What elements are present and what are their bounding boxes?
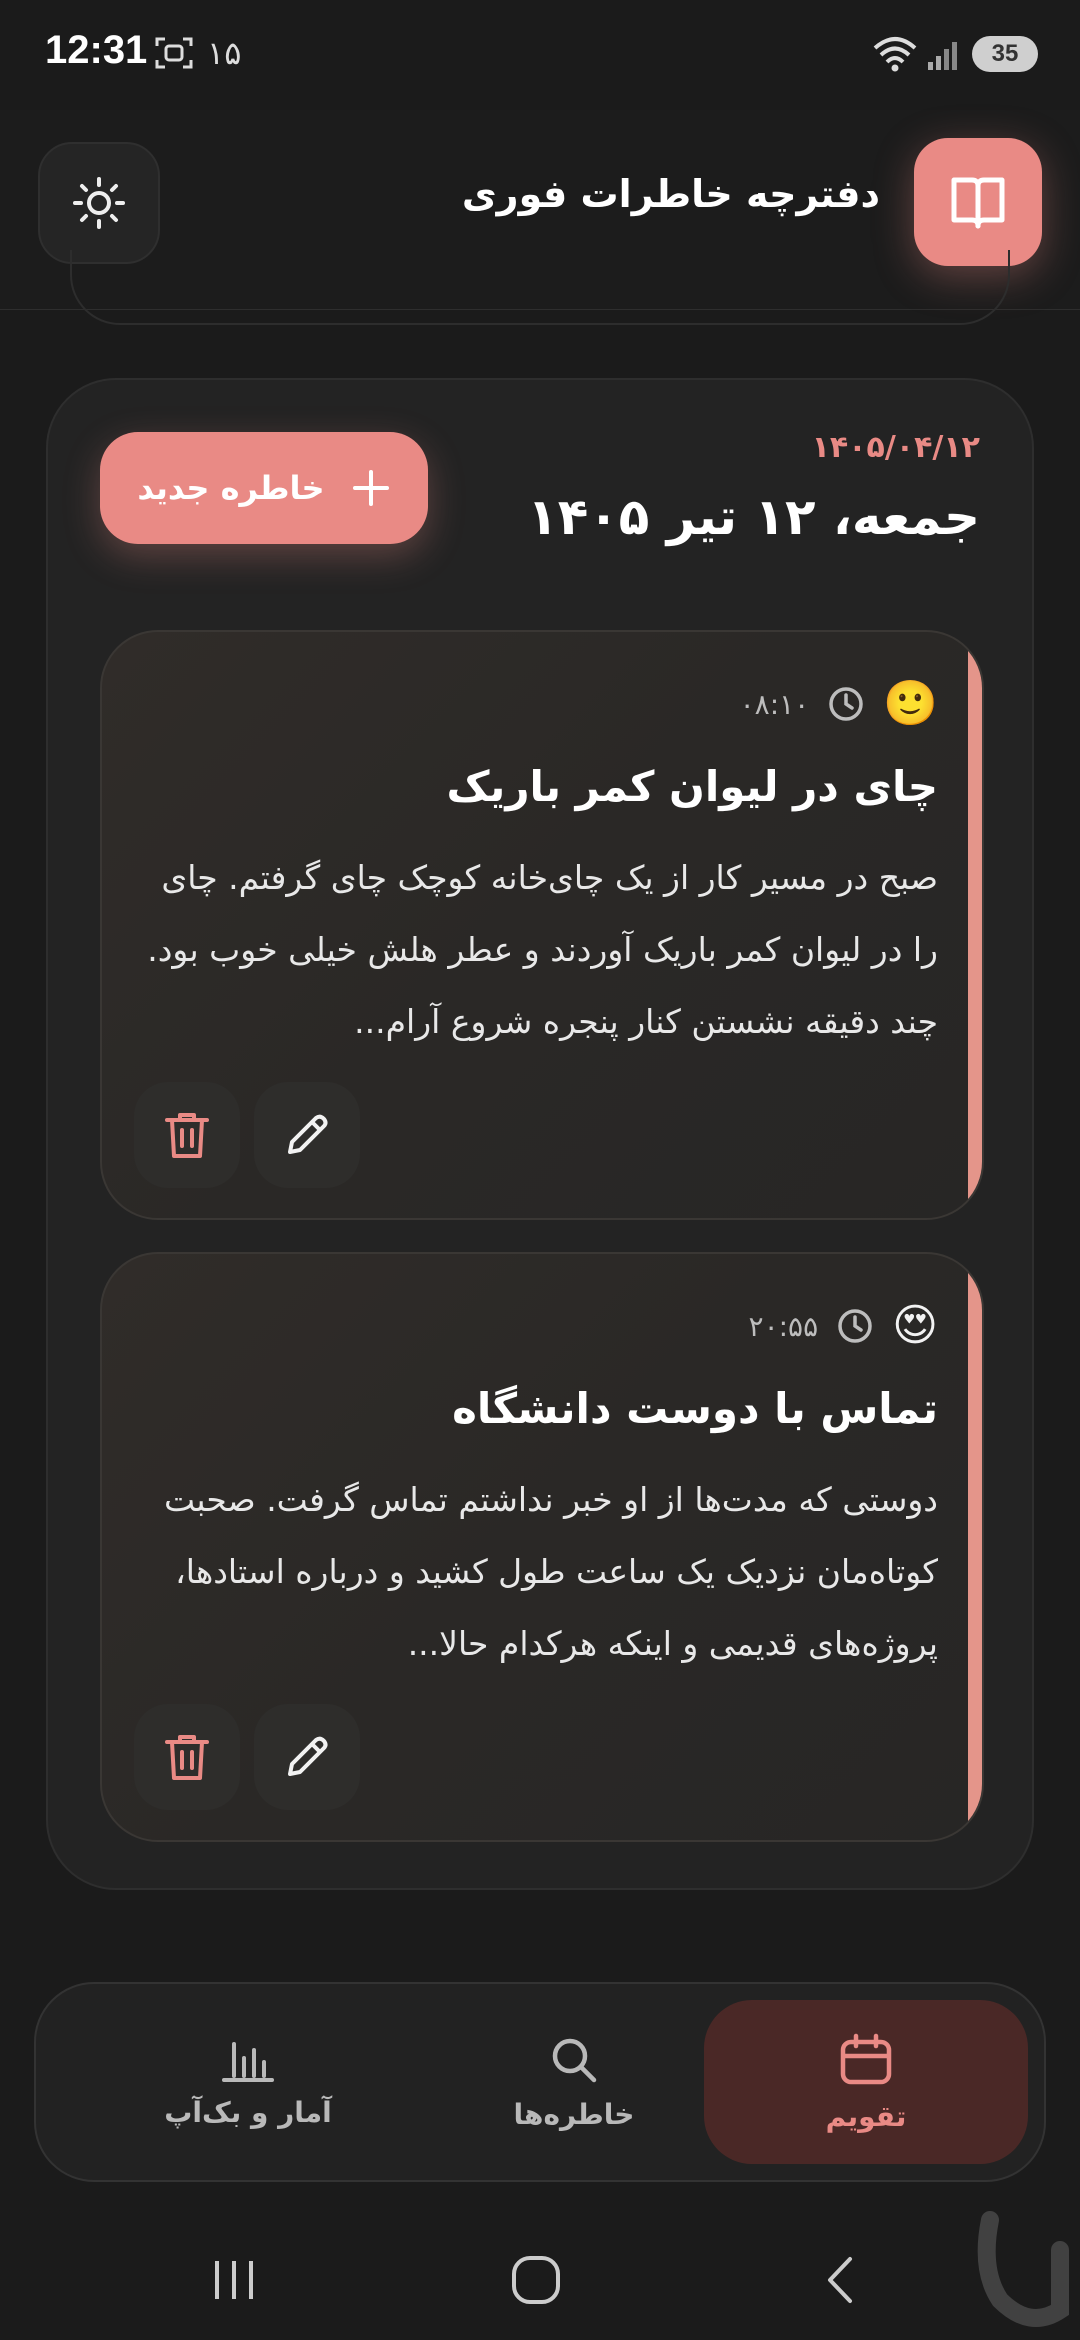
nav-memories[interactable]: خاطره‌ها (412, 2000, 736, 2164)
home-button[interactable] (506, 2250, 566, 2310)
card-meta: 😍 ۲۰:۵۵ (749, 1300, 938, 1352)
back-button[interactable] (810, 2250, 870, 2310)
card-meta: 🙂 ۰۸:۱۰ (740, 678, 938, 730)
pencil-icon (288, 1114, 328, 1154)
chart-icon (222, 2041, 274, 2082)
pencil-icon (288, 1736, 328, 1776)
calendar-icon (840, 2033, 892, 2084)
signal-icon (928, 42, 957, 70)
edit-button[interactable] (254, 1082, 360, 1188)
store-watermark-logo (977, 2211, 1069, 2327)
memory-title: چای در لیوان کمر باریک (446, 762, 938, 811)
edit-button[interactable] (254, 1704, 360, 1810)
day-panel: ۱۴۰۵/۰۴/۱۲ جمعه، ۱۲ تیر ۱۴۰۵ خاطره جدید … (46, 378, 1034, 1890)
clock-icon (829, 687, 863, 721)
trash-icon (165, 1735, 209, 1780)
date-numeric: ۱۴۰۵/۰۴/۱۲ (811, 430, 980, 465)
date-long: جمعه، ۱۲ تیر ۱۴۰۵ (527, 488, 980, 546)
trash-icon (165, 1113, 209, 1158)
memory-time: ۰۸:۱۰ (739, 687, 810, 721)
battery-indicator: 35 (972, 36, 1038, 72)
nav-label: تقویم (825, 2099, 907, 2133)
card-actions (134, 1082, 360, 1188)
status-bar: 12:31 ۱۵ 35 (0, 0, 1080, 110)
new-memory-label: خاطره جدید (137, 469, 325, 507)
theme-toggle-button[interactable] (38, 142, 160, 264)
app-title: دفترچه خاطرات فوری (461, 172, 880, 216)
app-logo (914, 138, 1042, 266)
new-memory-button[interactable]: خاطره جدید (100, 432, 428, 544)
memory-excerpt: صبح در مسیر کار از یک چای‌خانه کوچک چای … (147, 858, 938, 1041)
status-time: 12:31 (45, 28, 148, 72)
clock-icon (838, 1309, 872, 1343)
nav-calendar[interactable]: تقویم (704, 2000, 1028, 2164)
memory-title: تماس با دوست دانشگاه (452, 1384, 938, 1433)
wifi-icon (873, 37, 917, 72)
recent-apps-button[interactable] (204, 2250, 264, 2310)
system-nav-bar (0, 2220, 1080, 2340)
nav-stats-backup[interactable]: آمار و بک‌آپ (86, 2000, 410, 2164)
book-icon (951, 177, 1005, 229)
memory-time: ۲۰:۵۵ (748, 1309, 819, 1343)
card-actions (134, 1704, 360, 1810)
search-icon (552, 2038, 597, 2082)
notification-count: ۱۵ (207, 34, 242, 72)
delete-button[interactable] (134, 1704, 240, 1810)
back-icon (828, 2257, 852, 2303)
memory-excerpt: دوستی که مدت‌ها از او خبر نداشتم تماس گر… (164, 1480, 938, 1663)
home-icon (512, 2256, 560, 2304)
screen-record-icon (155, 37, 193, 69)
previous-card-edge (70, 250, 1010, 325)
recent-apps-icon (215, 2261, 253, 2299)
plus-icon (352, 470, 389, 506)
memory-card[interactable]: 🙂 ۰۸:۱۰ چای در لیوان کمر باریک صبح در مس… (100, 630, 984, 1220)
delete-button[interactable] (134, 1082, 240, 1188)
nav-label: خاطره‌ها (513, 2097, 635, 2131)
memory-card[interactable]: 😍 ۲۰:۵۵ تماس با دوست دانشگاه دوستی که مد… (100, 1252, 984, 1842)
bottom-nav: آمار و بک‌آپ خاطره‌ها تقویم (34, 1982, 1046, 2182)
mood-emoji: 🙂 (883, 678, 938, 729)
sun-icon (73, 177, 125, 229)
nav-label: آمار و بک‌آپ (164, 2095, 332, 2129)
card-accent-bar (968, 632, 982, 1218)
mood-emoji: 😍 (892, 1300, 938, 1351)
card-accent-bar (968, 1254, 982, 1840)
app-screen: 12:31 ۱۵ 35 دفترچه خاطرات فوری ۱۴۰۵/۰۴/۱… (0, 0, 1080, 2340)
